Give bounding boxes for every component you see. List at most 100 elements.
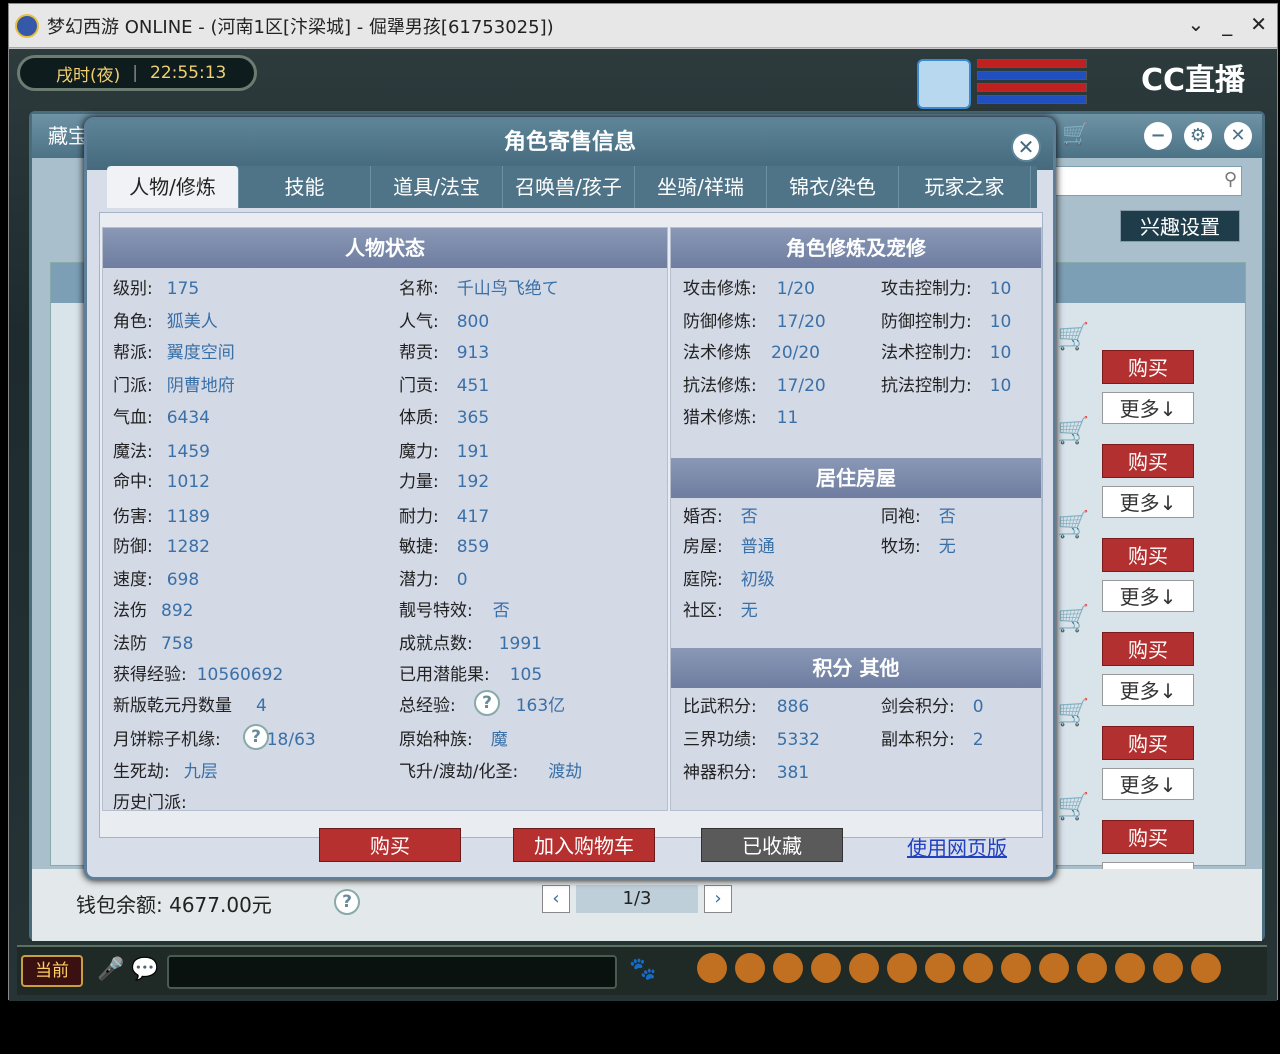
tab-items[interactable]: 道具/法宝 — [371, 166, 503, 208]
more-button[interactable]: 更多↓ — [1102, 674, 1194, 706]
pet-avatar[interactable] — [917, 59, 971, 109]
stat-row: 房屋: 普通 — [683, 532, 775, 557]
pet-icon[interactable]: 🐾 — [629, 957, 656, 982]
tab-outfits[interactable]: 锦衣/染色 — [767, 166, 899, 208]
stat-label: 体质: — [399, 408, 439, 428]
stat-label: 三界功绩: — [683, 730, 757, 750]
list-item: 购买 更多↓ — [1102, 726, 1194, 800]
friend-icon[interactable] — [1077, 953, 1107, 983]
more-button[interactable]: 更多↓ — [1102, 580, 1194, 612]
stat-row: 月饼粽子机缘: 18/63 — [113, 725, 316, 750]
stat-label: 名称: — [399, 279, 439, 299]
buy-button[interactable]: 购买 — [1102, 538, 1194, 572]
tab-character[interactable]: 人物/修炼 — [107, 166, 239, 208]
dropdown-icon[interactable]: ⌄ — [1187, 12, 1204, 36]
help-icon[interactable]: ? — [243, 724, 269, 750]
mp-bar — [977, 71, 1087, 80]
team-icon[interactable] — [849, 953, 879, 983]
close-icon[interactable]: ✕ — [1011, 132, 1041, 162]
next-page-icon[interactable]: › — [704, 885, 732, 913]
stat-label: 获得经验: — [113, 665, 187, 685]
stat-row: 名称: 千山鸟飞绝て — [399, 274, 559, 299]
section-title: 居住房屋 — [671, 458, 1041, 498]
stat-label: 法伤 — [113, 601, 147, 621]
item-icon[interactable] — [735, 953, 765, 983]
guild-icon[interactable] — [963, 953, 993, 983]
interest-settings-button[interactable]: 兴趣设置 — [1120, 210, 1240, 242]
mail-icon[interactable] — [1001, 953, 1031, 983]
emote-icon[interactable]: 💬 — [131, 957, 158, 982]
favorited-button[interactable]: 已收藏 — [701, 828, 843, 862]
cart-icon[interactable]: 🛒 — [1057, 510, 1097, 550]
stat-label: 法防 — [113, 634, 147, 654]
stat-label: 攻击修炼: — [683, 279, 757, 299]
attack-icon[interactable] — [697, 953, 727, 983]
stat-row: 角色: 狐美人 — [113, 307, 218, 332]
system-icon[interactable] — [1191, 953, 1221, 983]
buy-button[interactable]: 购买 — [319, 828, 461, 862]
cart-icon[interactable]: 🛒 — [1057, 322, 1097, 362]
web-version-link[interactable]: 使用网页版 — [907, 832, 1007, 861]
stat-label: 人气: — [399, 312, 439, 332]
buy-button[interactable]: 购买 — [1102, 726, 1194, 760]
chat-channel-button[interactable]: 当前 — [21, 955, 83, 987]
minimize-icon[interactable]: _ — [1222, 12, 1232, 36]
quest-icon[interactable] — [925, 953, 955, 983]
stat-value: 千山鸟飞绝て — [456, 279, 559, 299]
buy-button[interactable]: 购买 — [1102, 444, 1194, 478]
stat-row: 历史门派: — [113, 788, 201, 813]
stat-value: 1189 — [166, 507, 210, 527]
tab-summons[interactable]: 召唤兽/孩子 — [503, 166, 635, 208]
more-button[interactable]: 更多↓ — [1102, 486, 1194, 518]
prev-page-icon[interactable]: ‹ — [542, 885, 570, 913]
list-item: 购买 更多↓ — [1102, 632, 1194, 706]
microphone-icon[interactable]: 🎤 — [97, 957, 124, 982]
gear-icon[interactable]: ⚙ — [1184, 122, 1212, 150]
help-icon[interactable]: ? — [474, 690, 500, 716]
cart-icon[interactable]: 🛒 — [1057, 416, 1097, 456]
stat-label: 同袍: — [881, 507, 921, 527]
search-input[interactable]: ⚲ — [1052, 166, 1242, 196]
dialog-title: 角色寄售信息 — [87, 120, 1053, 170]
tab-mounts[interactable]: 坐骑/祥瑞 — [635, 166, 767, 208]
stat-label: 靓号特效: — [399, 601, 473, 621]
cart-icon[interactable]: 🛒 — [1057, 792, 1097, 832]
stat-row: 攻击控制力: 10 — [881, 274, 1011, 299]
give-icon[interactable] — [773, 953, 803, 983]
stat-row: 抗法修炼: 17/20 — [683, 371, 826, 396]
stat-row: 社区: 无 — [683, 596, 758, 621]
stat-label: 总经验: — [399, 696, 456, 716]
chat-input[interactable] — [167, 955, 617, 989]
help-icon[interactable]: ? — [334, 889, 360, 915]
tab-home[interactable]: 玩家之家 — [899, 166, 1031, 208]
buy-button[interactable]: 购买 — [1102, 350, 1194, 384]
character-sale-dialog: 角色寄售信息 ✕ 人物/修炼 技能 道具/法宝 召唤兽/孩子 坐骑/祥瑞 锦衣/… — [84, 117, 1056, 880]
stat-row: 牧场: 无 — [881, 532, 956, 557]
stat-row: 副本积分: 2 — [881, 725, 984, 750]
buy-button[interactable]: 购买 — [1102, 632, 1194, 666]
more-button[interactable]: 更多↓ — [1102, 768, 1194, 800]
cart-icon[interactable]: 🛒 — [1057, 698, 1097, 738]
buy-button[interactable]: 购买 — [1102, 820, 1194, 854]
tab-skills[interactable]: 技能 — [239, 166, 371, 208]
stat-value: 105 — [509, 665, 543, 685]
close-icon[interactable]: ✕ — [1250, 12, 1267, 36]
stat-label: 比武积分: — [683, 697, 757, 717]
pet-menu-icon[interactable] — [887, 953, 917, 983]
stat-value: 886 — [776, 697, 810, 717]
smiley-icon[interactable] — [1153, 953, 1183, 983]
trade-icon[interactable] — [811, 953, 841, 983]
stat-row: 新版乾元丹数量 4 — [113, 691, 267, 716]
search-icon[interactable]: ⚲ — [1224, 169, 1237, 190]
more-button[interactable]: 更多↓ — [1102, 392, 1194, 424]
stat-value: 17/20 — [776, 376, 826, 396]
list-item: 购买 更多↓ — [1102, 444, 1194, 518]
add-to-cart-button[interactable]: 加入购物车 — [513, 828, 655, 862]
cart-icon[interactable]: 🛒 — [1057, 604, 1097, 644]
cart-icon[interactable]: 🛒 — [1062, 122, 1089, 147]
minimize-icon[interactable]: − — [1144, 122, 1172, 150]
book-icon[interactable] — [1039, 953, 1069, 983]
stat-label: 生死劫: — [113, 762, 170, 782]
event-icon[interactable] — [1115, 953, 1145, 983]
close-icon[interactable]: ✕ — [1224, 122, 1252, 150]
